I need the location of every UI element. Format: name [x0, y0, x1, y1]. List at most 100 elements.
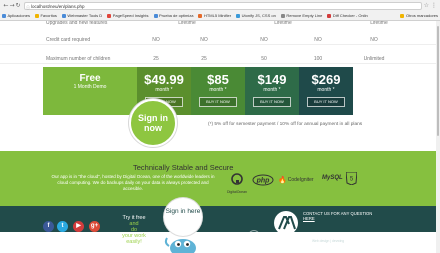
bookmark-label: Diff Checker - Onlin	[332, 13, 368, 18]
bookmark-favicon-icon	[61, 13, 66, 18]
feature-value: 25	[153, 56, 159, 62]
bookmark-label: Remove Empty Line	[286, 13, 323, 18]
bookmark-item[interactable]: Webmaster Tools D	[61, 13, 103, 18]
plan-subtitle: 1 Month Demo	[73, 84, 107, 90]
bookmark-item[interactable]: HTML5 Minifier	[198, 13, 231, 18]
web-design-credit: Web design | devwing	[312, 239, 345, 243]
plan-free: Free 1 Month Demo	[43, 67, 137, 115]
bookmark-label: Webmaster Tools D	[67, 13, 103, 18]
buy-now-button[interactable]: BUY IT NOW	[307, 97, 345, 107]
bookmark-favicon-icon	[2, 13, 6, 18]
mysql-logo: MySQL	[322, 175, 343, 181]
php-logo: php	[252, 173, 274, 191]
plan-name: Free	[79, 73, 101, 84]
buy-now-button[interactable]: BUY IT NOW	[199, 97, 237, 107]
bookmark-label: Favoritos	[40, 13, 57, 18]
plan-price: $149	[257, 72, 287, 87]
company-name: Global Creations Inc	[271, 237, 303, 241]
feature-row-credit-card: Credit card required NO NO NO NO NO	[0, 35, 436, 45]
feature-value: Lifetime	[370, 21, 388, 26]
sign-in-now-button[interactable]: Sign in now	[129, 99, 177, 147]
plan-price: $269	[311, 72, 341, 87]
bookmarks-bar: Aplicaciones Favoritos Webmaster Tools D Pa…	[2, 11, 438, 20]
plan-period: month *	[317, 87, 335, 93]
feature-value: Lifetime	[274, 21, 292, 26]
bookmark-star-icon[interactable]: ☆	[424, 2, 429, 10]
discount-note: (*) 5% off for semester payment / 10% of…	[208, 122, 363, 127]
flame-icon: 🔥	[278, 177, 287, 184]
plan-price: $85	[207, 72, 229, 87]
aa-logo-icon	[278, 216, 296, 230]
plan-85: $85 month * BUY IT NOW	[191, 67, 245, 115]
tagline-line: easily!	[126, 239, 142, 245]
tech-logo-label: DigitalOcean	[226, 190, 248, 194]
bookmark-item[interactable]: Aplicaciones	[2, 13, 30, 18]
feature-row-upgrades: Upgrades and new features Lifetime Lifet…	[0, 21, 436, 27]
scroll-to-top-button[interactable]: ↑	[248, 230, 260, 242]
sign-in-now-label: Sign in now	[138, 113, 168, 133]
digitalocean-logo: DigitalOcean	[224, 172, 250, 194]
bookmark-item[interactable]: Utonify JS, CSS on	[236, 13, 276, 18]
address-field[interactable]: ⓘ localhost/neu/en/plans.php	[24, 2, 422, 10]
bookmark-item[interactable]: Remove Empty Line	[280, 13, 323, 18]
bookmark-favicon-icon	[34, 13, 39, 18]
tech-logo-label: MySQL	[322, 175, 343, 181]
browser-menu-icon[interactable]: ⋮	[431, 2, 437, 10]
bookmark-item[interactable]: PageSpeed Insights	[107, 13, 149, 18]
buy-now-button[interactable]: BUY IT NOW	[253, 97, 291, 107]
tech-logo-label: CodeIgniter	[287, 177, 314, 183]
feature-value: NO	[314, 37, 322, 43]
plan-price: $49.99	[144, 72, 184, 87]
arrow-up-icon: ↑	[252, 233, 256, 239]
page-info-icon[interactable]: ⓘ	[26, 4, 30, 11]
url-bar-row: ← → ↻ ⓘ localhost/neu/en/plans.php ☆ ⋮	[3, 2, 437, 10]
plan-269: $269 month * BUY IT NOW	[299, 67, 353, 115]
facebook-icon[interactable]: f	[43, 221, 54, 232]
tech-description: Our app is in "the cloud", hosted by Dig…	[51, 174, 215, 191]
bookmark-label: HTML5 Minifier	[203, 13, 232, 18]
bookmark-favicon-icon	[327, 13, 332, 18]
bookmark-label: Prueba de optimiza	[159, 13, 194, 18]
other-bookmarks[interactable]: Otros marcadores	[400, 13, 438, 18]
twitter-icon[interactable]: t	[57, 221, 68, 232]
feature-label: Upgrades and new features	[46, 21, 108, 26]
reload-icon[interactable]: ↻	[15, 2, 21, 10]
bookmark-item[interactable]: Diff Checker - Onlin	[327, 13, 368, 18]
sign-in-here-button[interactable]: Sign in here	[164, 198, 202, 236]
codeigniter-row: 🔥 CodeIgniter	[278, 176, 320, 184]
feature-label: Credit card required	[46, 37, 91, 43]
bookmark-label: Utonify JS, CSS on	[241, 13, 276, 18]
youtube-icon[interactable]: ▶	[73, 221, 84, 232]
svg-text:5: 5	[349, 177, 353, 183]
company-logo	[274, 211, 298, 235]
other-bookmarks-label: Otros marcadores	[405, 13, 438, 18]
facebook-small-icon[interactable]	[303, 233, 310, 240]
bookmark-favicon-icon	[153, 13, 158, 18]
googleplus-icon[interactable]: g+	[89, 221, 100, 232]
plan-period: month *	[209, 87, 227, 93]
scrollbar-thumb[interactable]	[437, 26, 439, 136]
contact-link[interactable]: HERE	[303, 216, 372, 221]
sign-in-here-label: Sign in here	[165, 208, 201, 215]
php-icon: php	[252, 174, 274, 186]
folder-icon	[400, 13, 405, 18]
feature-value: NO	[370, 37, 378, 43]
html5-logo: 5	[344, 171, 358, 190]
feature-value: NO	[152, 37, 160, 43]
contact-block: CONTACT US FOR ANY QUESTION HERE	[303, 211, 372, 221]
pricing-plans: Free 1 Month Demo $49.99 month * BUY IT …	[43, 67, 435, 115]
mascot-illustration	[164, 237, 196, 253]
bookmark-label: PageSpeed Insights	[112, 13, 149, 18]
bookmark-item[interactable]: Favoritos	[34, 13, 57, 18]
feature-value: 25	[201, 56, 207, 62]
plan-period: month *	[263, 87, 281, 93]
plan-149: $149 month * BUY IT NOW	[245, 67, 299, 115]
bookmark-favicon-icon	[107, 13, 112, 18]
feature-value: NO	[260, 37, 268, 43]
try-it-free-tagline: Try it free and do your work easily!	[119, 215, 149, 245]
bookmark-label: Aplicaciones	[7, 13, 30, 18]
tech-title: Technically Stable and Secure	[133, 163, 234, 172]
svg-text:php: php	[256, 178, 271, 185]
bookmark-item[interactable]: Prueba de optimiza	[153, 13, 194, 18]
tech-logos: DigitalOcean php 🔥 CodeIgniter MySQL 5	[224, 170, 364, 194]
